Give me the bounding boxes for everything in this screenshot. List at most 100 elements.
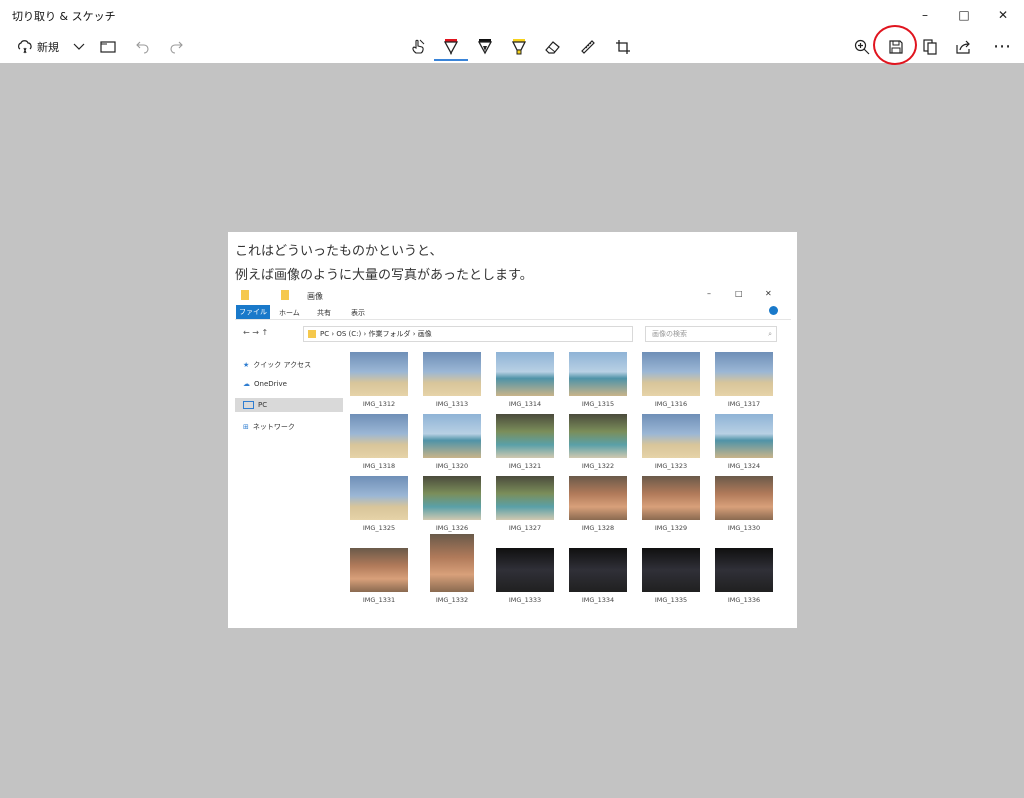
explorer-maximize: □ [735,289,743,298]
thumbnail-image [350,548,408,592]
eraser-button[interactable] [540,30,566,63]
thumbnail-caption: IMG_1312 [362,400,396,408]
active-tool-indicator [434,59,468,61]
pencil-button[interactable] [472,30,498,63]
snip-text-line-2: 例えば画像のように大量の写真があったとします。 [235,268,533,283]
thumbnail-image [430,534,474,592]
minimize-button[interactable]: – [906,0,944,30]
help-icon [769,306,778,315]
toolbar: 新規 ⋯ [0,30,1024,64]
search-placeholder: 画像の検索 [652,330,687,338]
thumbnail-image [496,476,554,520]
thumbnail-caption: IMG_1315 [581,400,615,408]
file-thumbnails: IMG_1312 IMG_1313 IMG_1314 IMG_1315 IMG_1316… [349,352,789,626]
thumbnail-caption: IMG_1316 [654,400,688,408]
pc-icon [243,401,254,409]
highlighter-button[interactable] [506,30,532,63]
thumbnail-caption: IMG_1336 [727,596,761,604]
touch-writing-icon [409,38,427,56]
file-thumbnail: IMG_1316 [641,352,701,408]
undo-button[interactable] [133,30,153,63]
file-thumbnail: IMG_1333 [495,548,555,604]
thumbnail-caption: IMG_1329 [654,524,688,532]
crop-icon [615,39,631,55]
cloud-icon: ☁ [243,380,250,388]
thumbnail-image [715,414,773,458]
folder-icon [100,40,116,53]
close-button[interactable]: ✕ [984,0,1022,30]
thumbnail-caption: IMG_1321 [508,462,542,470]
maximize-button[interactable]: □ [945,0,983,30]
explorer-title: 画像 [307,292,323,301]
ribbon-tab-view: 表示 [351,309,365,317]
undo-icon [136,40,150,54]
address-folder: 作業フォルダ [368,330,411,338]
thumbnail-caption: IMG_1335 [654,596,688,604]
nav-quick-access: ★ クイック アクセス [243,361,312,369]
new-label: 新規 [37,40,59,54]
thumbnail-caption: IMG_1323 [654,462,688,470]
thumbnail-image [642,414,700,458]
thumbnail-image [642,548,700,592]
ruler-icon [579,38,597,56]
file-thumbnail: IMG_1328 [568,476,628,532]
more-button[interactable]: ⋯ [988,30,1016,63]
copy-button[interactable] [918,30,942,63]
file-thumbnail: IMG_1330 [714,476,774,532]
nav-pc: PC [235,398,343,412]
explorer-nav-pane: ★ クイック アクセス ☁ OneDrive PC ⊞ ネットワーク [235,352,343,626]
new-dropdown-button[interactable] [70,30,88,63]
explorer-window: 画像 – □ ✕ ファイル ホーム 共有 表示 ← → ↑ PC › OS (C… [235,286,791,626]
file-thumbnail: IMG_1324 [714,414,774,470]
zoom-icon [854,39,870,55]
thumbnail-image [423,352,481,396]
highlighter-icon [511,38,527,56]
star-icon: ★ [243,361,250,369]
file-thumbnail: IMG_1321 [495,414,555,470]
file-thumbnail: IMG_1322 [568,414,628,470]
file-thumbnail: IMG_1334 [568,548,628,604]
thumbnail-caption: IMG_1327 [508,524,542,532]
thumbnail-caption: IMG_1326 [435,524,469,532]
file-thumbnail: IMG_1314 [495,352,555,408]
ruler-button[interactable] [575,30,601,63]
folder-icon [241,290,249,300]
thumbnail-caption: IMG_1314 [508,400,542,408]
open-file-button[interactable] [98,30,118,63]
thumbnail-image [569,476,627,520]
share-button[interactable] [952,30,976,63]
share-icon [956,40,972,54]
address-pc: PC [320,330,330,338]
explorer-search: 画像の検索 ⌕ [645,326,777,342]
redo-button[interactable] [166,30,186,63]
file-thumbnail: IMG_1313 [422,352,482,408]
file-thumbnail: IMG_1325 [349,476,409,532]
ribbon-tab-share: 共有 [317,309,331,317]
new-button[interactable]: 新規 [10,30,66,63]
thumbnail-image [569,548,627,592]
save-highlight-circle [873,25,917,65]
address-drive: OS (C:) [336,330,362,338]
new-snip-icon [17,39,33,55]
thumbnail-caption: IMG_1325 [362,524,396,532]
file-thumbnail: IMG_1336 [714,548,774,604]
pencil-icon [477,38,493,56]
window-title: 切り取り & スケッチ [12,10,116,23]
copy-icon [923,38,937,55]
file-thumbnail: IMG_1335 [641,548,701,604]
title-bar: 切り取り & スケッチ – □ ✕ [0,0,1024,31]
nav-network: ⊞ ネットワーク [243,423,295,431]
touch-writing-button[interactable] [405,30,431,63]
eraser-icon [544,39,562,55]
snip-image: これはどういったものかというと、 例えば画像のように大量の写真があったとします。… [228,232,797,628]
file-thumbnail: IMG_1332 [422,534,482,604]
thumbnail-image [569,352,627,396]
file-thumbnail: IMG_1318 [349,414,409,470]
thumbnail-image [496,548,554,592]
explorer-titlebar: 画像 – □ ✕ [235,286,791,304]
crop-button[interactable] [610,30,636,63]
thumbnail-image [423,414,481,458]
zoom-button[interactable] [850,30,874,63]
ribbon-tab-home: ホーム [279,309,300,317]
thumbnail-image [350,476,408,520]
